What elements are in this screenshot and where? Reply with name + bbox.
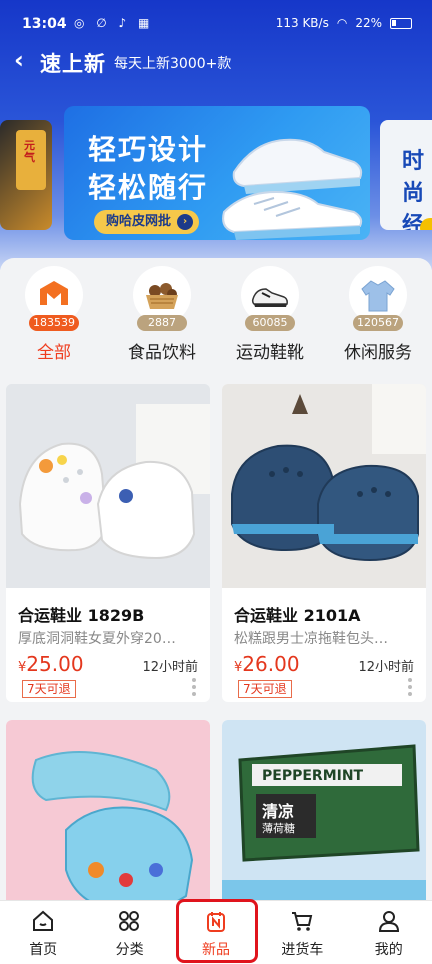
product-desc: 厚底洞洞鞋女夏外穿20… [18, 631, 176, 647]
tab-cart[interactable]: 进货车 [259, 901, 345, 964]
category-shoes[interactable]: 60085 运动鞋靴 [216, 258, 324, 376]
tab-category[interactable]: 分类 [86, 901, 172, 964]
return-tag: 7天可退 [22, 680, 76, 698]
notification-icons: ◎ ∅ ♪ ▦ [74, 16, 154, 30]
tab-label: 进货车 [281, 942, 324, 958]
price-value: 26.00 [242, 652, 300, 676]
tab-profile[interactable]: 我的 [346, 901, 432, 964]
page-title: 速上新 [40, 52, 106, 76]
page-subtitle: 每天上新3000+款 [114, 56, 232, 72]
banner-next[interactable]: 时尚经典 [380, 120, 432, 230]
category-icon [119, 911, 140, 931]
product-image: PEPPERMINT 清凉 薄荷糖 [222, 720, 426, 908]
product-time: 12小时前 [142, 660, 198, 675]
banner-carousel[interactable]: 元气 轻巧设计 轻松随行 购哈皮网批 › 时尚经典 [0, 106, 432, 242]
candy-sub: 薄荷糖 [262, 822, 295, 835]
status-time: 13:04 [22, 16, 67, 32]
category-label: 全部 [37, 343, 71, 363]
banner-button[interactable]: 购哈皮网批 › [94, 210, 200, 234]
product-price: ¥25.00 [18, 652, 84, 676]
candy-cn: 清凉 [262, 802, 295, 821]
category-tabs: 183539 全部 2887 食品饮料 60085 运动鞋靴 120567 休闲… [0, 258, 432, 376]
product-image [6, 384, 210, 588]
user-icon [378, 911, 399, 932]
chevron-left-icon[interactable]: ‹ [14, 48, 24, 72]
candy-brand: PEPPERMINT [262, 768, 364, 784]
category-apparel[interactable]: 120567 休闲服务 [324, 258, 432, 376]
product-info: 合运鞋业 1829B 厚底洞洞鞋女夏外穿20… ¥25.00 12小时前 7天可… [6, 588, 210, 702]
category-label: 运动鞋靴 [236, 343, 304, 363]
product-image [222, 384, 426, 588]
banner-button-label: 购哈皮网批 [106, 214, 172, 229]
product-name: 合运鞋业 2101A [234, 606, 361, 625]
category-all[interactable]: 183539 全部 [0, 258, 108, 376]
battery-icon [390, 17, 412, 29]
chevron-right-icon: › [177, 214, 194, 230]
product-image [6, 720, 210, 908]
active-tab-highlight [176, 899, 258, 963]
product-card[interactable]: 合运鞋业 1829B 厚底洞洞鞋女夏外穿20… ¥25.00 12小时前 7天可… [6, 384, 210, 702]
category-label: 食品饮料 [128, 343, 196, 363]
product-name: 合运鞋业 1829B [18, 606, 145, 625]
category-count: 60085 [245, 315, 295, 331]
more-icon[interactable] [192, 678, 196, 699]
product-card[interactable]: 合运鞋业 2101A 松糕跟男士凉拖鞋包头… ¥26.00 12小时前 7天可退 [222, 384, 426, 702]
snack-pack-text: 元气 [24, 139, 35, 164]
more-icon[interactable] [408, 678, 412, 699]
sneaker-image [222, 138, 363, 240]
category-label: 休闲服务 [344, 343, 412, 363]
cart-icon [292, 912, 313, 931]
return-tag: 7天可退 [238, 680, 292, 698]
status-bar: 13:04 ◎ ∅ ♪ ▦ 113 KB/s ◠ 22% [0, 0, 432, 48]
content-panel: 183539 全部 2887 食品饮料 60085 运动鞋靴 120567 休闲… [0, 258, 432, 908]
product-card[interactable]: PEPPERMINT 清凉 薄荷糖 [222, 720, 426, 908]
product-time: 12小时前 [358, 660, 414, 675]
category-count: 2887 [137, 315, 187, 331]
product-info: 合运鞋业 2101A 松糕跟男士凉拖鞋包头… ¥26.00 12小时前 7天可退 [222, 588, 426, 702]
product-desc: 松糕跟男士凉拖鞋包头… [234, 631, 388, 647]
product-price: ¥26.00 [234, 652, 300, 676]
category-food[interactable]: 2887 食品饮料 [108, 258, 216, 376]
tab-home[interactable]: 首页 [0, 901, 86, 964]
product-card[interactable] [6, 720, 210, 908]
price-value: 25.00 [26, 652, 84, 676]
category-count: 120567 [353, 315, 403, 331]
tab-label: 分类 [115, 942, 144, 958]
signal-rate: 113 KB/s [275, 16, 329, 30]
category-count: 183539 [29, 315, 79, 331]
tab-label: 我的 [374, 942, 403, 958]
banner-prev[interactable]: 元气 [0, 120, 52, 230]
battery-text: 22% [355, 16, 382, 30]
tab-label: 首页 [29, 942, 58, 958]
top-bar: ‹ 速上新 每天上新3000+款 [0, 44, 432, 78]
home-icon [33, 910, 53, 931]
banner-line2: 轻松随行 [88, 171, 209, 204]
status-right: 113 KB/s ◠ 22% [276, 16, 412, 30]
banner-line1: 轻巧设计 [88, 133, 209, 166]
wifi-icon: ◠ [336, 16, 348, 30]
banner-main[interactable]: 轻巧设计 轻松随行 购哈皮网批 › [64, 106, 370, 240]
